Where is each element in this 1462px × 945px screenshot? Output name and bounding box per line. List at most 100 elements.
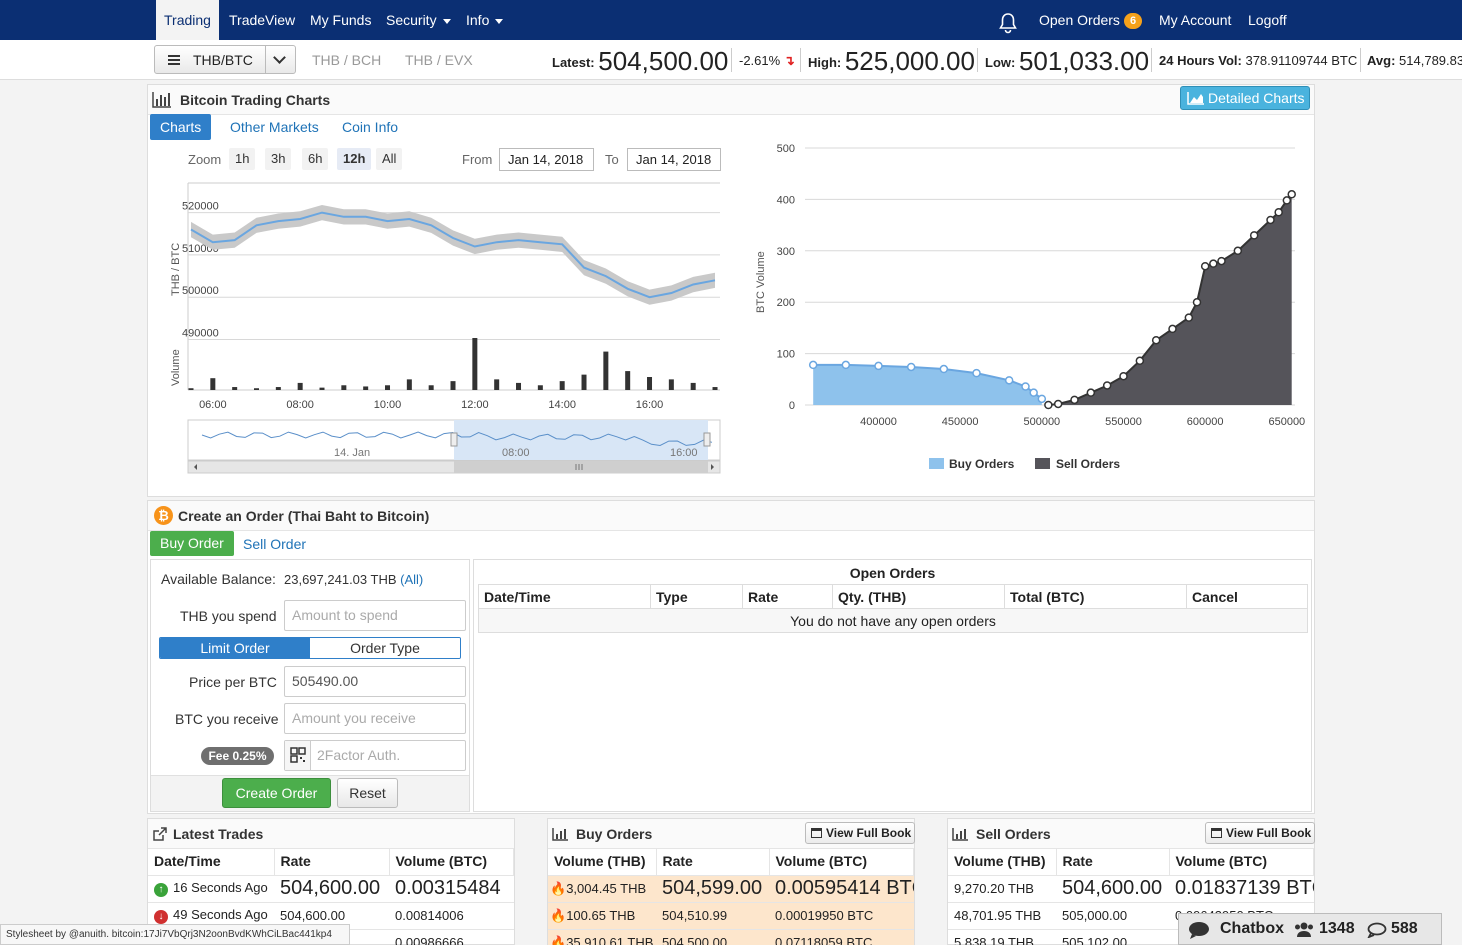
bitcoin-icon: ₿ [154,506,173,525]
balance-value: 23,697,241.03 THB (All) [284,572,423,587]
volume-bar [668,379,674,390]
users-icon [1295,922,1313,937]
notification-bell-icon[interactable] [997,9,1019,34]
navigator-label: 14. Jan [334,447,370,459]
twofa-input[interactable]: 2Factor Auth. [284,740,466,771]
depth-chart[interactable]: 0 100 200 300 400 500 400000 450000 500000 55000… [745,135,1310,485]
nav-my-funds[interactable]: My Funds [310,0,371,40]
zoom-all[interactable]: All [376,148,403,170]
zoom-12h[interactable]: 12h [337,148,372,170]
order-rate: 504,500.00 [656,929,769,945]
depth-point [1029,388,1038,397]
spend-input[interactable]: Amount to spend [284,600,466,631]
order-volume-thb: 35,910.61 THB [566,934,654,945]
depth-point [1287,190,1296,199]
balance-amount: 23,697,241.03 THB [284,572,397,587]
depth-point [1274,208,1283,217]
legend-sell-orders[interactable]: Sell Orders [1056,457,1120,471]
arrow-up-icon: ↑ [154,883,168,897]
all-balance-link[interactable]: (All) [400,572,423,587]
chevron-down-icon [442,18,451,24]
latest-label: Latest: [552,55,595,70]
stylesheet-credit: Stylesheet by @anuith. bitcoin:17Ji7VbQr… [0,924,350,945]
order-type-option[interactable]: Order Type [310,638,460,658]
depth-legend[interactable]: Buy Orders Sell Orders [929,457,1120,471]
col-volume-thb: Volume (THB) [548,848,657,876]
tab-sell-order[interactable]: Sell Order [233,531,316,557]
twofa-placeholder: 2Factor Auth. [317,747,401,763]
from-label: From [462,152,493,167]
table-row[interactable]: 🔥3,004.45 THB 504,599.00 0.00595414 BTC [548,875,914,903]
pair-select[interactable]: THB/BTC [154,45,296,74]
to-date-input[interactable]: Jan 14, 2018 [627,148,721,171]
nav-logoff[interactable]: Logoff [1248,0,1287,40]
depth-point [1021,382,1030,391]
tab-coin-info[interactable]: Coin Info [332,114,408,140]
tab-other-markets[interactable]: Other Markets [220,114,329,140]
limit-order-option[interactable]: Limit Order [160,638,310,658]
volume-bar [690,382,696,390]
table-header-row: Volume (THB) Rate Volume (BTC) [948,848,1314,876]
zoom-1h[interactable]: 1h [229,148,256,170]
navigator-handle-left[interactable] [450,432,458,447]
detailed-charts-button[interactable]: Detailed Charts [1180,86,1310,110]
price-chart[interactable]: 520000510000500000490000 06:00 08:00 10:00… [160,178,730,478]
col-volume: Volume (BTC) [389,848,514,876]
create-order-button[interactable]: Create Order [222,778,331,808]
nav-security[interactable]: Security [386,0,451,40]
divider [800,48,801,72]
divider [1360,48,1361,72]
navigator-handle-right[interactable] [703,432,711,447]
price-input[interactable]: 505490.00 [284,666,466,697]
buy-view-full-book-button[interactable]: View Full Book [805,822,915,844]
nav-open-orders[interactable]: Open Orders 6 [1039,0,1143,40]
order-volume-btc: 0.00019950 BTC [769,902,914,930]
view-full-book-label: View Full Book [826,826,912,840]
zoom-3h[interactable]: 3h [265,148,292,170]
pair-link-evx[interactable]: THB / EVX [405,52,473,68]
create-order-title: Create an Order (Thai Baht to Bitcoin) [178,508,430,524]
latest-trades-title: Latest Trades [173,826,264,842]
trade-volume: 0.00315484 [389,875,514,903]
create-order-header: ₿ Create an Order (Thai Baht to Bitcoin) [148,501,1314,531]
detailed-charts-label: Detailed Charts [1208,90,1305,106]
y-tick-label: 500 [777,143,795,155]
order-volume-thb: 5,838.19 THB [948,929,1056,945]
high-value: 525,000.00 [844,46,975,76]
nav-info[interactable]: Info [466,0,504,40]
ticker-high: High: 525,000.00 [808,46,975,77]
nav-my-account[interactable]: My Account [1159,0,1231,40]
table-row[interactable]: 9,270.20 THB 504,600.00 0.01837139 BTC [948,875,1314,903]
tab-buy-order[interactable]: Buy Order [150,531,234,556]
nav-tradeview[interactable]: TradeView [229,0,295,40]
from-date-input[interactable]: Jan 14, 2018 [499,148,594,171]
depth-y-axis-label: BTC Volume [755,251,767,313]
comments-icon [1367,922,1387,938]
scrollbar-thumb[interactable] [454,461,708,473]
pair-link-bch[interactable]: THB / BCH [312,52,381,68]
sell-view-full-book-button[interactable]: View Full Book [1205,822,1315,844]
depth-point [1053,399,1063,409]
online-users-count: 1348 [1319,920,1355,937]
x-tick-label: 08:00 [286,399,314,411]
zoom-6h[interactable]: 6h [302,148,329,170]
x-tick-label: 14:00 [548,399,576,411]
receive-input[interactable]: Amount you receive [284,703,466,734]
volume-bar [275,387,281,390]
nav-security-label: Security [386,12,437,28]
col-rate: Rate [1056,848,1170,876]
tab-charts[interactable]: Charts [150,114,212,140]
top-navbar: Trading TradeView My Funds Security Info… [0,0,1462,40]
order-type-toggle[interactable]: Limit Order Order Type [159,637,461,659]
table-row[interactable]: 🔥100.65 THB 504,510.99 0.00019950 BTC [548,902,914,930]
table-row[interactable]: 🔥35,910.61 THB 504,500.00 0.07118059 BTC [548,929,914,945]
latest-trades-header: Latest Trades [148,819,514,849]
ticker-avg: Avg: 514,789.83 [1367,53,1462,68]
trade-time: 49 Seconds Ago [173,907,268,922]
nav-trading[interactable]: Trading [156,0,219,40]
external-link-icon [153,827,167,841]
order-volume-btc: 0.01837139 BTC [1169,875,1314,903]
reset-button[interactable]: Reset [337,778,398,808]
legend-buy-orders[interactable]: Buy Orders [949,457,1015,471]
chatbox-bar[interactable]: Chatbox 1348 588 [1178,913,1442,945]
